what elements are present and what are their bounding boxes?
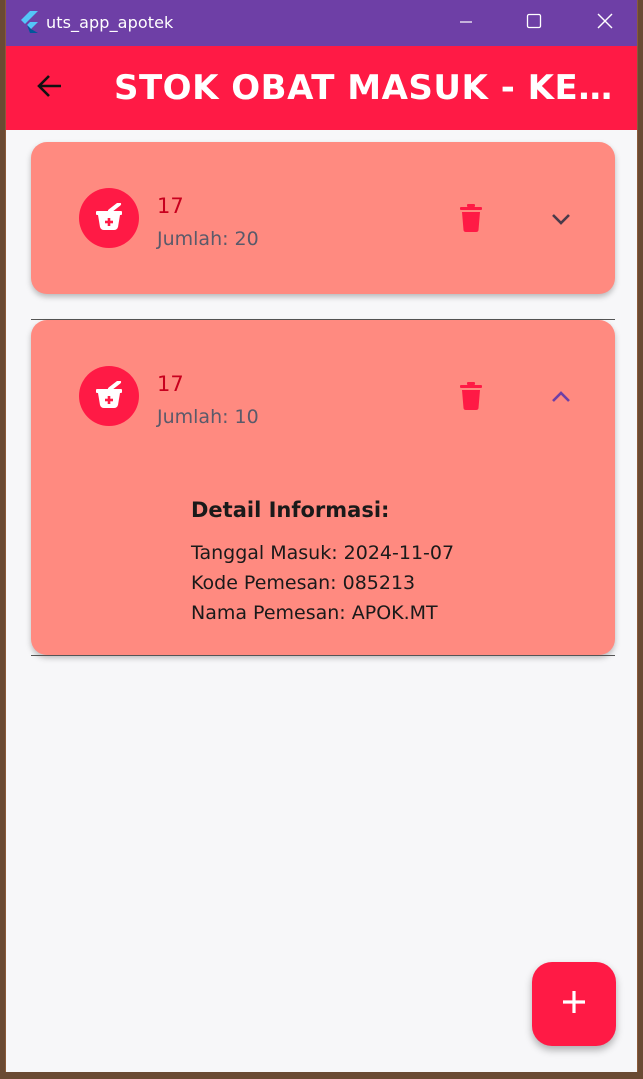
mortar-pestle-medical-icon — [79, 366, 139, 426]
item-title: 17 — [157, 372, 184, 396]
arrow-left-icon — [36, 72, 64, 104]
kode-pemesan: Kode Pemesan: 085213 — [191, 572, 416, 594]
divider — [31, 655, 615, 656]
minimize-button[interactable] — [446, 8, 486, 38]
window-title: uts_app_apotek — [46, 13, 174, 32]
nama-pemesan: Nama Pemesan: APOK.MT — [191, 602, 438, 624]
delete-button[interactable] — [451, 200, 491, 240]
detail-panel: Detail Informasi: Tanggal Masuk: 2024-11… — [191, 498, 454, 628]
chevron-up-icon — [550, 389, 572, 408]
add-button[interactable] — [532, 962, 616, 1046]
close-button[interactable] — [585, 8, 625, 38]
page-title: STOK OBAT MASUK - KELU... — [114, 68, 614, 108]
item-quantity: Jumlah: 20 — [157, 228, 259, 250]
stock-list: 17 Jumlah: 20 17 Jumlah: 10 Detail Infor… — [6, 130, 637, 1072]
mortar-pestle-medical-icon — [79, 188, 139, 248]
window-titlebar[interactable]: uts_app_apotek — [6, 0, 637, 46]
list-item[interactable]: 17 Jumlah: 20 — [31, 142, 615, 294]
trash-icon — [459, 382, 483, 414]
collapse-button[interactable] — [541, 378, 581, 418]
tanggal-masuk: Tanggal Masuk: 2024-11-07 — [191, 542, 455, 564]
delete-button[interactable] — [451, 378, 491, 418]
trash-icon — [459, 204, 483, 236]
maximize-icon — [526, 13, 542, 33]
expand-button[interactable] — [541, 200, 581, 240]
item-title: 17 — [157, 194, 184, 218]
app-bar: STOK OBAT MASUK - KELU... — [6, 46, 637, 130]
chevron-down-icon — [550, 211, 572, 230]
flutter-logo-icon — [18, 10, 40, 34]
close-icon — [597, 13, 613, 33]
detail-heading: Detail Informasi: — [191, 498, 390, 522]
list-item[interactable]: 17 Jumlah: 10 Detail Informasi: Tanggal … — [31, 320, 615, 655]
app-window: uts_app_apotek STOK OBAT MASUK - KELU...… — [5, 0, 638, 1072]
plus-icon — [561, 989, 587, 1019]
maximize-button[interactable] — [514, 8, 554, 38]
item-quantity: Jumlah: 10 — [157, 406, 259, 428]
back-button[interactable] — [28, 66, 72, 110]
minimize-icon — [459, 14, 473, 33]
